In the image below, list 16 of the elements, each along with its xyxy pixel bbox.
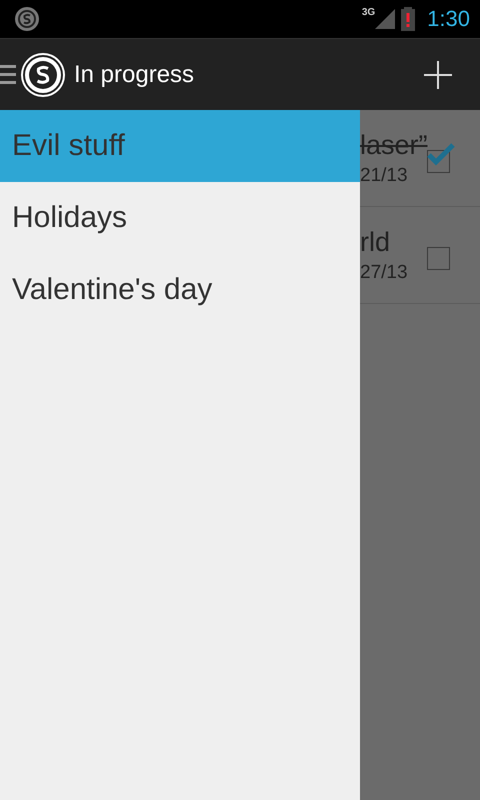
screen-title: In progress: [74, 60, 194, 88]
task-title: rld: [360, 226, 390, 258]
drawer-item[interactable]: Evil stuff: [0, 110, 360, 182]
task-checkbox[interactable]: [426, 142, 456, 174]
app-logo-icon: [14, 6, 40, 32]
task-title: laser”: [360, 130, 428, 160]
signal-icon: [375, 9, 396, 29]
clock: 1:30: [427, 6, 470, 32]
task-date: 21/13: [360, 164, 408, 186]
drawer-item[interactable]: Valentine's day: [0, 254, 360, 326]
drawer-item[interactable]: Holidays: [0, 182, 360, 254]
network-type: 3G: [362, 7, 376, 18]
app-logo-icon: [20, 52, 66, 98]
battery-icon: [401, 7, 416, 31]
menu-icon[interactable]: [0, 64, 16, 86]
task-date: 27/13: [360, 262, 408, 284]
